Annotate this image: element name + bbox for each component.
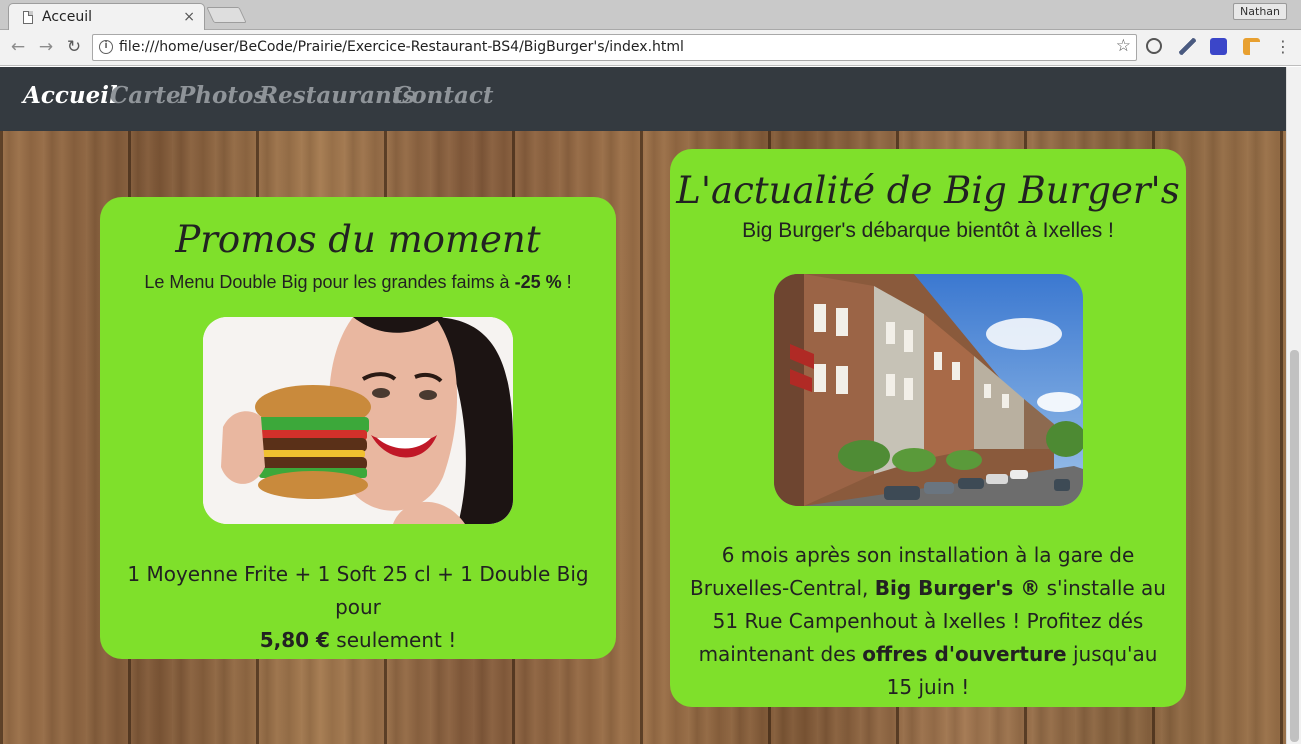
browser-tab[interactable]: Acceuil ×: [8, 3, 205, 30]
tab-strip: Acceuil × Nathan: [0, 0, 1301, 30]
browser-toolbar: ← → ↻ i file:///home/user/BeCode/Prairie…: [0, 30, 1301, 66]
info-icon[interactable]: i: [99, 40, 113, 54]
news-card: L'actualité de Big Burger's Big Burger's…: [670, 149, 1186, 707]
back-icon[interactable]: ←: [7, 36, 29, 58]
promo-image: [203, 317, 513, 524]
forward-icon[interactable]: →: [35, 36, 57, 58]
promo-discount: -25 %: [514, 272, 562, 292]
star-icon[interactable]: ☆: [1116, 36, 1131, 56]
page-viewport: Accueil Carte Photos Restaurants Contact…: [0, 67, 1286, 744]
sync-extension-icon[interactable]: [1146, 38, 1162, 54]
promo-lead-end: !: [561, 272, 572, 292]
page-scrollbar[interactable]: [1286, 67, 1301, 744]
promo-lead-text: Le Menu Double Big pour les grandes faim…: [144, 272, 515, 292]
promo-lead: Le Menu Double Big pour les grandes faim…: [100, 272, 616, 293]
news-title: L'actualité de Big Burger's: [676, 169, 1180, 212]
ruler-extension-icon[interactable]: [1243, 38, 1260, 55]
news-subtitle: Big Burger's débarque bientôt à Ixelles …: [742, 219, 1114, 242]
nav-link-restaurants[interactable]: Restaurants: [259, 82, 415, 109]
news-body: 6 mois après son installation à la gare …: [688, 539, 1168, 704]
nav-link-photos[interactable]: Photos: [178, 82, 266, 109]
news-offers: offres d'ouverture: [862, 642, 1067, 666]
eyedropper-extension-icon[interactable]: [1179, 38, 1196, 55]
close-tab-icon[interactable]: ×: [183, 9, 195, 25]
burger-woman-illustration: [203, 317, 513, 524]
news-image: [774, 274, 1083, 506]
promo-price: 5,80 €: [259, 628, 330, 652]
news-brand: Big Burger's ®: [874, 576, 1041, 600]
promo-body-end: seulement !: [329, 628, 457, 652]
navbar: Accueil Carte Photos Restaurants Contact: [0, 67, 1286, 131]
promo-title: Promos du moment: [175, 218, 541, 261]
promo-body: 1 Moyenne Frite + 1 Soft 25 cl + 1 Doubl…: [120, 558, 596, 657]
page-icon: [23, 11, 33, 24]
profile-extension-icon[interactable]: [1210, 38, 1227, 55]
promo-body-text: 1 Moyenne Frite + 1 Soft 25 cl + 1 Doubl…: [127, 562, 589, 619]
scrollbar-thumb[interactable]: [1290, 350, 1299, 742]
street-illustration: [774, 274, 1083, 506]
nav-link-contact[interactable]: Contact: [393, 82, 494, 109]
nav-link-accueil[interactable]: Accueil: [23, 82, 118, 109]
menu-icon[interactable]: ⋮: [1272, 36, 1294, 58]
address-bar[interactable]: i file:///home/user/BeCode/Prairie/Exerc…: [92, 34, 1137, 61]
new-tab-button[interactable]: [206, 7, 247, 23]
nav-link-carte[interactable]: Carte: [110, 82, 181, 109]
tab-title: Acceuil: [42, 9, 92, 25]
reload-icon[interactable]: ↻: [63, 36, 85, 58]
url-text[interactable]: file:///home/user/BeCode/Prairie/Exercic…: [119, 39, 684, 55]
profile-button[interactable]: Nathan: [1233, 3, 1287, 20]
promo-card: Promos du moment Le Menu Double Big pour…: [100, 197, 616, 659]
